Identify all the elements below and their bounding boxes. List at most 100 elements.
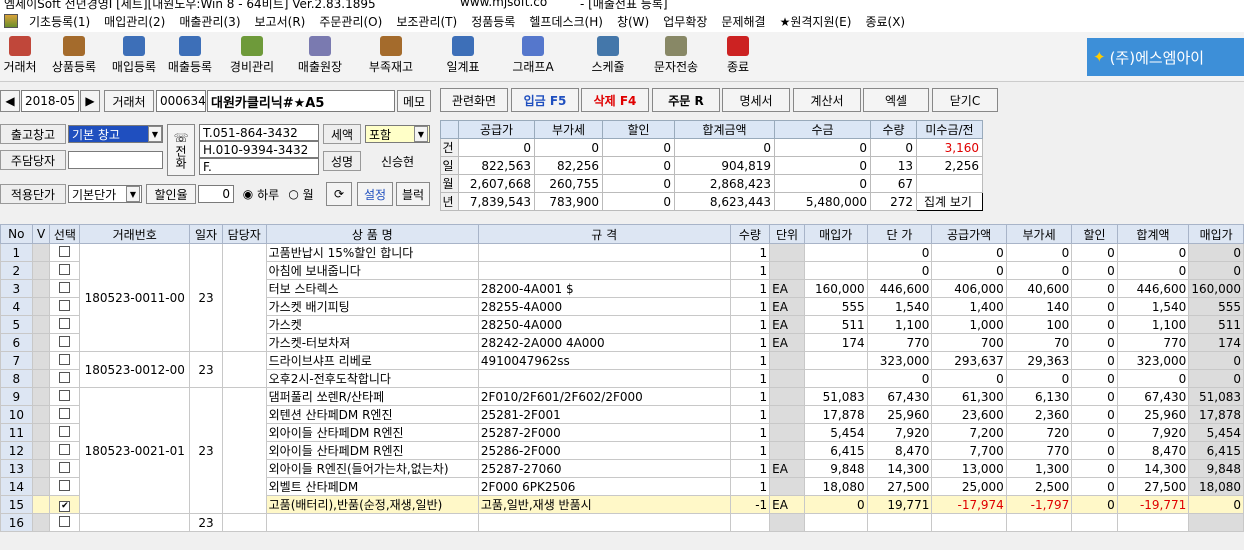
unit-price[interactable]: 67,430 bbox=[866, 387, 933, 406]
qty[interactable]: 1 bbox=[729, 477, 771, 496]
menu-item-3[interactable]: 보고서(R) bbox=[248, 13, 313, 30]
product-spec[interactable]: 25286-2F000 bbox=[477, 441, 731, 460]
action-button-2[interactable]: 삭제 F4 bbox=[581, 88, 649, 112]
product-spec[interactable]: 28200-4A001 $ bbox=[477, 279, 731, 298]
qty[interactable]: 1 bbox=[729, 261, 771, 280]
cost[interactable] bbox=[803, 351, 868, 370]
product-name[interactable]: 고품(배터리),반품(순정,재생,일반) bbox=[265, 495, 479, 514]
cost[interactable] bbox=[803, 369, 868, 388]
action-button-5[interactable]: 계산서 bbox=[793, 88, 861, 112]
grid-header[interactable]: 부가세 bbox=[1005, 224, 1073, 244]
qty[interactable]: 1 bbox=[729, 243, 771, 262]
product-spec[interactable]: 2F000 6PK2506 bbox=[477, 477, 731, 496]
row-checkbox[interactable] bbox=[59, 335, 71, 347]
product-spec[interactable] bbox=[477, 513, 731, 532]
grid-header[interactable]: V bbox=[31, 224, 51, 244]
unit-price[interactable]: 770 bbox=[866, 333, 933, 352]
unit-price[interactable]: 446,600 bbox=[866, 279, 933, 298]
qty[interactable]: 1 bbox=[729, 387, 771, 406]
qty[interactable]: 1 bbox=[729, 351, 771, 370]
select-cell[interactable] bbox=[49, 333, 81, 352]
grid-header[interactable]: 담당자 bbox=[221, 224, 267, 244]
row-checkbox[interactable] bbox=[59, 281, 71, 293]
menu-item-1[interactable]: 매입관리(2) bbox=[97, 13, 172, 30]
grid-header[interactable]: 매입가 bbox=[803, 224, 868, 244]
unit-price[interactable]: 0 bbox=[866, 261, 933, 280]
cost[interactable] bbox=[803, 243, 868, 262]
unit-price[interactable]: 0 bbox=[866, 369, 933, 388]
menu-item-6[interactable]: 정품등록 bbox=[464, 13, 522, 30]
cost[interactable]: 9,848 bbox=[803, 459, 868, 478]
product-name[interactable]: 가스켓 bbox=[265, 315, 479, 334]
row-checkbox[interactable] bbox=[59, 443, 71, 455]
qty[interactable]: 1 bbox=[729, 279, 771, 298]
cost[interactable]: 18,080 bbox=[803, 477, 868, 496]
cost[interactable] bbox=[803, 513, 868, 532]
product-spec[interactable]: 4910047962ss bbox=[477, 351, 731, 370]
menu-item-8[interactable]: 창(W) bbox=[610, 13, 656, 30]
unit-price[interactable]: 1,100 bbox=[866, 315, 933, 334]
product-name[interactable]: 가스켓 배기피팅 bbox=[265, 297, 479, 316]
qty[interactable]: 1 bbox=[729, 315, 771, 334]
qty[interactable]: 1 bbox=[729, 459, 771, 478]
select-cell[interactable] bbox=[49, 315, 81, 334]
table-row[interactable]: 9 180523-0021-01 23 댐퍼풀리 쏘렌R/산타페 2F010/2F601… bbox=[0, 387, 1244, 514]
product-spec[interactable] bbox=[477, 369, 731, 388]
warehouse-dropdown-icon[interactable]: ▼ bbox=[148, 126, 162, 142]
product-spec[interactable]: 2F010/2F601/2F602/2F000 bbox=[477, 387, 731, 406]
menu-item-0[interactable]: 기초등록(1) bbox=[22, 13, 97, 30]
table-row[interactable]: 1 180523-0011-00 23 고품반납시 15%할인 합니다 1 0 0 0 0 0 0 bbox=[0, 243, 1244, 352]
product-name[interactable]: 외아이들 산타페DM R엔진 bbox=[265, 441, 479, 460]
cost[interactable]: 17,878 bbox=[803, 405, 868, 424]
qty[interactable]: -1 bbox=[729, 495, 771, 514]
select-cell[interactable] bbox=[49, 297, 81, 316]
product-spec[interactable] bbox=[477, 261, 731, 280]
product-name[interactable]: 드라이브샤프 리베로 bbox=[265, 351, 479, 370]
table-row[interactable]: 7 180523-0012-00 23 드라이브샤프 리베로 4910047962ss 1… bbox=[0, 351, 1244, 388]
unit-price[interactable] bbox=[866, 513, 933, 532]
menu-item-9[interactable]: 업무확장 bbox=[656, 13, 714, 30]
cost[interactable]: 160,000 bbox=[803, 279, 868, 298]
refresh-button[interactable]: ⟳ bbox=[326, 182, 352, 206]
toolbar-button-9[interactable]: 스케쥴 bbox=[584, 34, 632, 80]
manager-field[interactable] bbox=[68, 151, 163, 169]
block-button[interactable]: 블럭 bbox=[396, 182, 430, 206]
select-cell[interactable] bbox=[49, 279, 81, 298]
select-cell[interactable] bbox=[49, 477, 81, 496]
date-field[interactable]: 2018-05 bbox=[21, 90, 79, 112]
menu-item-2[interactable]: 매출관리(3) bbox=[172, 13, 247, 30]
row-checkbox[interactable] bbox=[59, 407, 71, 419]
row-checkbox[interactable] bbox=[59, 245, 71, 257]
row-checkbox[interactable] bbox=[59, 515, 71, 527]
menu-item-4[interactable]: 주문관리(O) bbox=[312, 13, 389, 30]
toolbar-button-0[interactable]: 거래처 bbox=[0, 34, 40, 80]
product-name[interactable] bbox=[265, 513, 479, 532]
mobile-field[interactable]: H.010-9394-3432 bbox=[199, 141, 319, 158]
row-checkbox[interactable] bbox=[59, 479, 71, 491]
discount-rate-button[interactable]: 할인율 bbox=[146, 184, 196, 204]
unit-price[interactable]: 27,500 bbox=[866, 477, 933, 496]
product-name[interactable]: 가스켓-터보차져 bbox=[265, 333, 479, 352]
fax-field[interactable]: F. bbox=[199, 158, 319, 175]
toolbar-button-8[interactable]: 그래프A bbox=[502, 34, 564, 80]
grid-header[interactable]: 상 품 명 bbox=[265, 224, 479, 244]
product-spec[interactable]: 25281-2F001 bbox=[477, 405, 731, 424]
qty[interactable]: 1 bbox=[729, 441, 771, 460]
product-spec[interactable]: 고품,일반,재생 반품시 bbox=[477, 495, 731, 514]
toolbar-button-11[interactable]: 종료 bbox=[722, 34, 754, 80]
row-checkbox[interactable]: ✔ bbox=[59, 501, 71, 512]
price-type-dropdown-icon[interactable]: ▼ bbox=[126, 186, 140, 202]
unit-price[interactable]: 0 bbox=[866, 243, 933, 262]
product-name[interactable]: 고품반납시 15%할인 합니다 bbox=[265, 243, 479, 262]
unit-price[interactable]: 14,300 bbox=[866, 459, 933, 478]
row-checkbox[interactable] bbox=[59, 425, 71, 437]
product-name[interactable]: 외텐션 산타페DM R엔진 bbox=[265, 405, 479, 424]
toolbar-button-2[interactable]: 매입등록 bbox=[108, 34, 160, 80]
product-spec[interactable]: 28255-4A000 bbox=[477, 297, 731, 316]
client-code-field[interactable]: 000634 bbox=[156, 90, 206, 112]
product-name[interactable]: 외아이들 산타페DM R엔진 bbox=[265, 423, 479, 442]
product-name[interactable]: 외벨트 산타페DM bbox=[265, 477, 479, 496]
action-button-7[interactable]: 닫기C bbox=[932, 88, 998, 112]
grid-header[interactable]: 매입가 bbox=[1188, 224, 1244, 244]
summary-view-button[interactable]: 집계 보기 bbox=[916, 192, 983, 211]
